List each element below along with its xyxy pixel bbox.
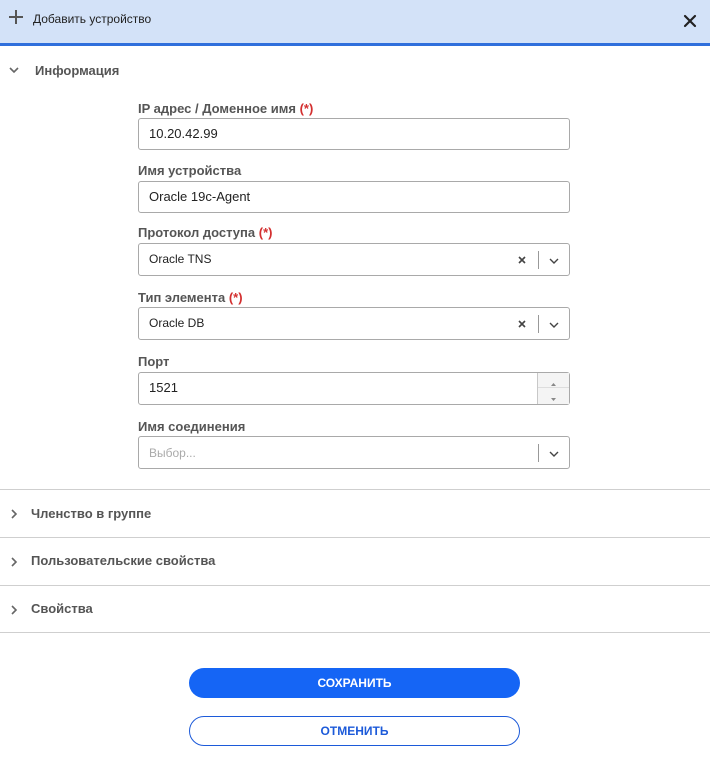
section-divider: [0, 632, 710, 633]
connection-name-label: Имя соединения: [138, 419, 246, 434]
chevron-down-icon: [8, 63, 20, 75]
port-input[interactable]: 1521: [138, 372, 570, 405]
port-value: 1521: [149, 380, 178, 395]
port-stepper[interactable]: [537, 373, 569, 404]
cancel-button[interactable]: ОТМЕНИТЬ: [189, 716, 520, 746]
close-icon[interactable]: [681, 12, 699, 30]
connection-placeholder: Выбор...: [149, 446, 196, 460]
chevron-right-icon: [8, 555, 20, 567]
select-divider: [538, 444, 539, 462]
protocol-label: Протокол доступа (*): [138, 225, 273, 240]
section-custom-properties-header[interactable]: Пользовательские свойства: [0, 538, 710, 585]
select-divider: [538, 315, 539, 333]
element-type-label: Тип элемента (*): [138, 290, 243, 305]
clear-icon[interactable]: [515, 253, 529, 267]
section-properties-label: Свойства: [31, 601, 93, 616]
required-mark: (*): [299, 101, 314, 116]
chevron-down-icon[interactable]: [547, 447, 561, 459]
device-name-label: Имя устройства: [138, 163, 242, 178]
chevron-right-icon: [8, 507, 20, 519]
plus-icon: [9, 10, 23, 24]
increment-icon[interactable]: [538, 373, 569, 388]
dialog-header: Добавить устройство: [0, 0, 710, 46]
decrement-icon[interactable]: [538, 388, 569, 403]
protocol-select[interactable]: Oracle TNS: [138, 243, 570, 276]
chevron-right-icon: [8, 603, 20, 615]
section-group-membership-label: Членство в группе: [31, 506, 152, 521]
section-information-label: Информация: [35, 63, 120, 78]
required-mark: (*): [228, 290, 243, 305]
port-label: Порт: [138, 354, 170, 369]
required-mark: (*): [258, 225, 273, 240]
device-name-input[interactable]: Oracle 19c-Agent: [138, 181, 570, 213]
element-type-select[interactable]: Oracle DB: [138, 307, 570, 340]
chevron-down-icon[interactable]: [547, 318, 561, 330]
element-type-value: Oracle DB: [149, 316, 205, 330]
dialog-title: Добавить устройство: [33, 12, 152, 26]
save-button[interactable]: СОХРАНИТЬ: [189, 668, 520, 698]
protocol-value: Oracle TNS: [149, 252, 212, 266]
section-properties-header[interactable]: Свойства: [0, 586, 710, 633]
section-group-membership-header[interactable]: Членство в группе: [0, 490, 710, 537]
clear-icon[interactable]: [515, 317, 529, 331]
ip-label: IP адрес / Доменное имя (*): [138, 101, 314, 116]
section-information-header[interactable]: Информация: [0, 46, 710, 93]
ip-input[interactable]: 10.20.42.99: [138, 118, 570, 150]
section-custom-properties-label: Пользовательские свойства: [31, 553, 216, 568]
chevron-down-icon[interactable]: [547, 254, 561, 266]
select-divider: [538, 251, 539, 269]
connection-name-select[interactable]: Выбор...: [138, 436, 570, 469]
